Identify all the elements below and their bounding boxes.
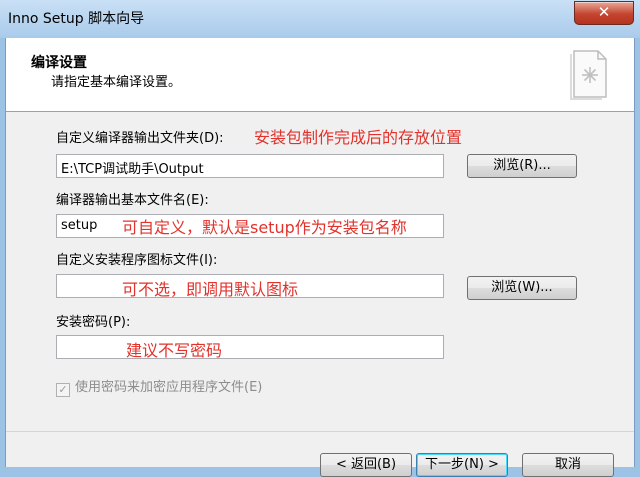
page-title: 编译设置 xyxy=(31,55,87,71)
wizard-document-icon xyxy=(570,50,607,100)
wizard-client-area: 编译设置 请指定基本编译设置。 自定义编译器输出文件夹(D): 安装包制作完成后… xyxy=(5,38,635,477)
setup-icon-annotation: 可不选，即调用默认图标 xyxy=(122,280,299,299)
browse-output-button[interactable]: 浏览(R)... xyxy=(467,154,577,178)
wizard-header: 编译设置 请指定基本编译设置。 xyxy=(6,38,634,112)
setup-icon-label: 自定义安装程序图标文件(I): xyxy=(56,253,218,268)
base-filename-label: 编译器输出基本文件名(E): xyxy=(56,193,209,208)
base-filename-annotation: 可自定义，默认是setup作为安装包名称 xyxy=(122,218,407,237)
next-button[interactable]: 下一步(N) > xyxy=(416,453,508,477)
cancel-button[interactable]: 取消 xyxy=(522,453,614,477)
password-annotation: 建议不写密码 xyxy=(126,341,223,360)
encrypt-checkbox[interactable]: ✓ xyxy=(56,383,70,397)
encrypt-checkbox-label: 使用密码来加密应用程序文件(E) xyxy=(75,380,263,395)
output-folder-label: 自定义编译器输出文件夹(D): xyxy=(56,131,224,146)
footer-divider xyxy=(6,431,634,432)
password-label: 安装密码(P): xyxy=(56,315,131,330)
close-icon: ✕ xyxy=(597,3,611,21)
output-folder-input[interactable]: E:\TCP调试助手\Output xyxy=(56,154,444,178)
page-subtitle: 请指定基本编译设置。 xyxy=(51,75,182,90)
close-button[interactable]: ✕ xyxy=(574,1,634,25)
back-button[interactable]: < 返回(B) xyxy=(320,453,412,477)
window-title: Inno Setup 脚本向导 xyxy=(8,11,145,27)
title-bar: Inno Setup 脚本向导 ✕ xyxy=(0,0,640,38)
encrypt-checkbox-row[interactable]: ✓ 使用密码来加密应用程序文件(E) xyxy=(56,376,262,397)
browse-icon-button[interactable]: 浏览(W)... xyxy=(467,276,577,300)
password-input[interactable] xyxy=(56,335,444,359)
output-folder-annotation: 安装包制作完成后的存放位置 xyxy=(254,128,463,147)
